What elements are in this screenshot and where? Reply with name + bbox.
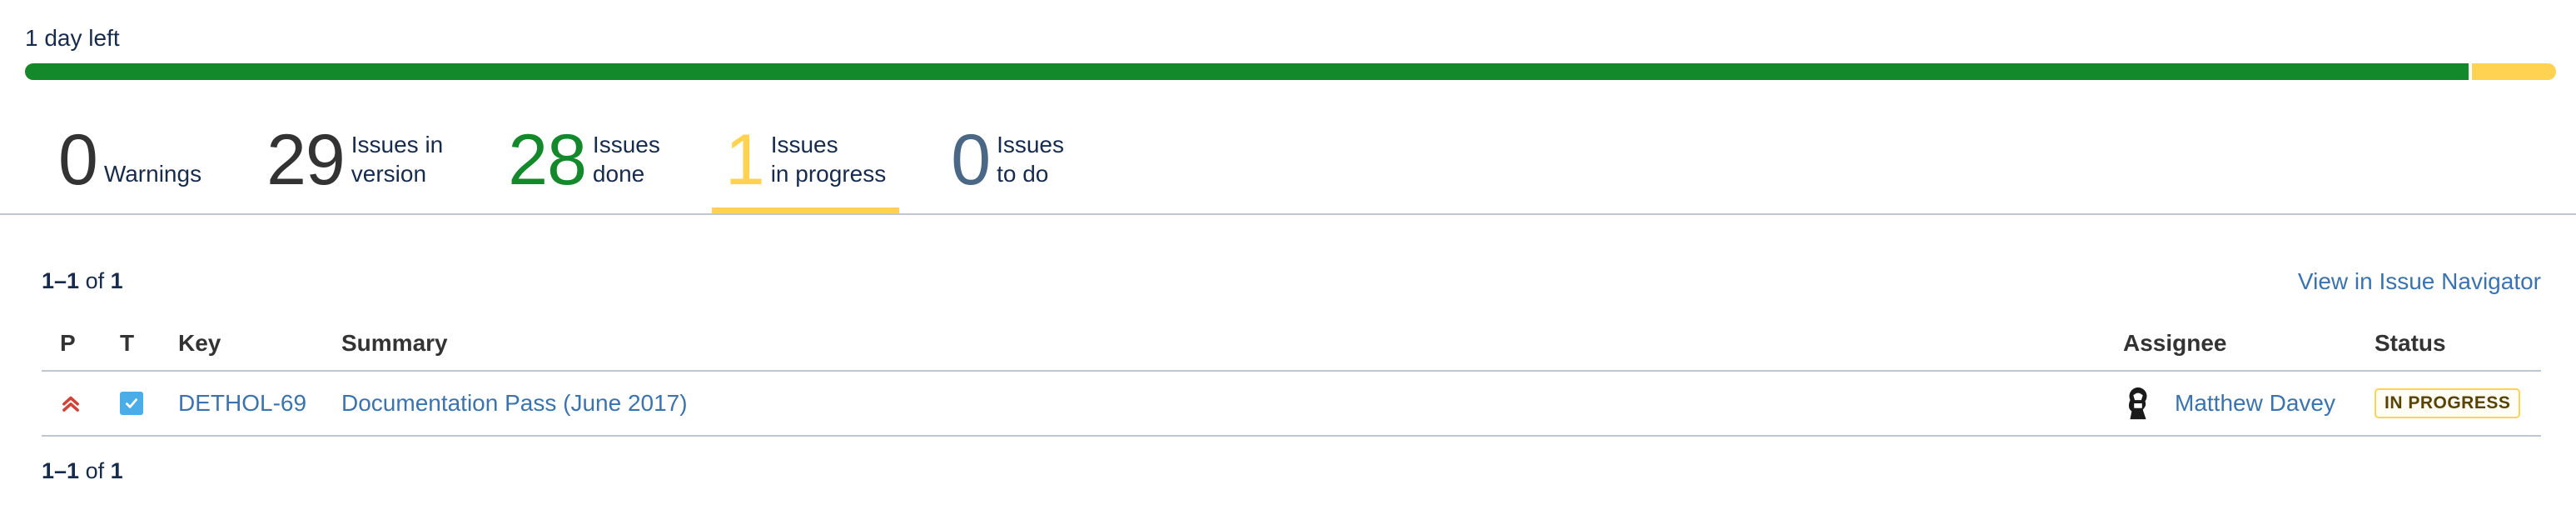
pager-of: of [79, 268, 111, 293]
warnings-count: 0 [58, 120, 98, 200]
issues-done-label: Issues done [592, 132, 660, 187]
tab-warnings[interactable]: 0 Warnings [58, 117, 201, 213]
issues-in-version-label: Issues in version [351, 132, 444, 187]
progress-segment-done [25, 63, 2469, 80]
pagination-summary-top: 1–1 of 1 [42, 268, 123, 294]
column-header-key[interactable]: Key [178, 330, 221, 357]
status-cell: IN PROGRESS [2375, 372, 2521, 435]
column-header-priority[interactable]: P [60, 330, 76, 357]
version-stats-tabs: 0 Warnings 29 Issues in version 28 Issue… [58, 117, 1129, 213]
key-cell: DETHOL-69 [178, 372, 306, 435]
column-header-status[interactable]: Status [2375, 330, 2446, 357]
avatar [2128, 387, 2147, 420]
view-in-issue-navigator-link[interactable]: View in Issue Navigator [2298, 268, 2541, 295]
assignee-cell: Matthew Davey [2123, 372, 2335, 435]
column-header-assignee[interactable]: Assignee [2123, 330, 2227, 357]
tab-issues-done[interactable]: 28 Issues done [508, 117, 660, 213]
issues-in-version-count: 29 [266, 120, 346, 200]
issues-in-progress-label: Issues in progress [770, 132, 887, 187]
issues-table: P T Key Summary Assignee Status DETHOL-6… [42, 317, 2541, 437]
summary-cell: Documentation Pass (June 2017) [341, 372, 688, 435]
table-row: DETHOL-69 Documentation Pass (June 2017)… [42, 372, 2541, 437]
issues-to-do-label: Issues to do [997, 132, 1064, 187]
days-left-label: 1 day left [25, 25, 120, 51]
tabs-divider [0, 213, 2576, 215]
status-badge: IN PROGRESS [2375, 388, 2521, 418]
assignee-link[interactable]: Matthew Davey [2175, 390, 2335, 417]
column-header-summary[interactable]: Summary [341, 330, 448, 357]
chevron-double-up-icon [62, 396, 79, 412]
version-progress-bar [25, 63, 2556, 80]
pager-total: 1 [110, 268, 123, 293]
table-header: P T Key Summary Assignee Status [42, 317, 2541, 372]
type-cell [120, 372, 143, 435]
pager-range: 1–1 [42, 458, 80, 483]
pager-range: 1–1 [42, 268, 80, 293]
issues-to-do-count: 0 [951, 120, 991, 200]
issue-key-link[interactable]: DETHOL-69 [178, 390, 306, 417]
pagination-summary-bottom: 1–1 of 1 [42, 458, 123, 484]
issue-summary-link[interactable]: Documentation Pass (June 2017) [341, 390, 688, 417]
column-header-type[interactable]: T [120, 330, 134, 357]
priority-cell [60, 372, 82, 435]
pager-total: 1 [110, 458, 123, 483]
tab-issues-in-version[interactable]: 29 Issues in version [266, 117, 443, 213]
issues-done-count: 28 [508, 120, 587, 200]
pager-of: of [79, 458, 111, 483]
warnings-label: Warnings [103, 161, 202, 187]
tab-issues-to-do[interactable]: 0 Issues to do [951, 117, 1064, 213]
progress-segment-in-progress [2469, 63, 2556, 80]
tab-issues-in-progress[interactable]: 1 Issues in progress [711, 117, 900, 213]
issues-in-progress-count: 1 [724, 120, 765, 200]
task-checkbox-icon [120, 392, 143, 415]
